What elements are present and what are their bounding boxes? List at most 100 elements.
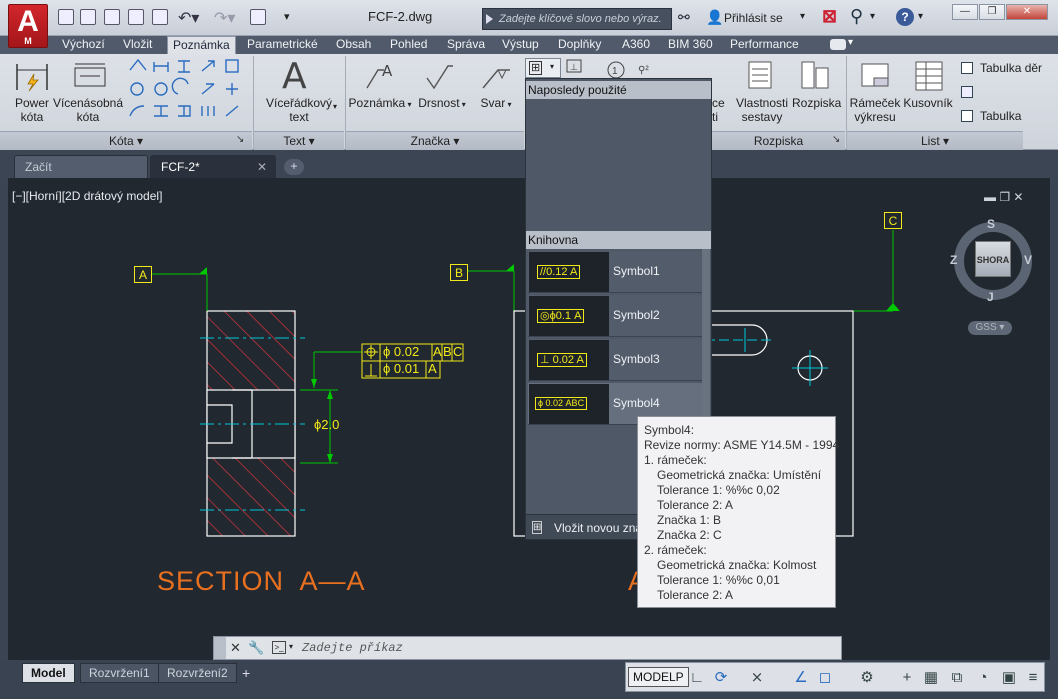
tab-pohled[interactable]: Pohled (385, 36, 432, 54)
add-layout-icon[interactable]: + (242, 665, 250, 681)
minimize-button[interactable]: — (952, 4, 978, 20)
ribbon-options-icon[interactable]: ▾ (848, 37, 853, 48)
help-icon[interactable]: ? (896, 8, 914, 26)
ribbon-minimize-icon[interactable] (830, 39, 846, 50)
open-file-icon[interactable] (80, 9, 96, 25)
multiple-dimension-button[interactable]: Vícenásobná kóta (52, 96, 124, 124)
library-item-symbol2[interactable]: ◎ϕ0.1 A Symbol2 (528, 295, 702, 337)
save-icon[interactable] (104, 9, 120, 25)
search-input[interactable]: Zadejte klíčové slovo nebo výraz. (482, 8, 672, 30)
tab-doplnky[interactable]: Doplňky (553, 36, 606, 54)
viewcube-south[interactable]: J (987, 290, 994, 304)
clean-screen-icon[interactable]: ▣ (1000, 669, 1018, 687)
wrench-icon[interactable]: 🔧 (248, 640, 264, 656)
polar-tracking-icon[interactable]: ⟳ (712, 669, 730, 687)
plus-icon[interactable]: + (898, 669, 916, 687)
tab-fcf2[interactable]: FCF-2* ✕ (150, 155, 276, 178)
autodesk-a360-icon[interactable]: ⚲ (850, 6, 863, 27)
mtext-dropdown-icon[interactable]: ▾ (333, 102, 337, 111)
layout-tab-model[interactable]: Model (22, 663, 75, 683)
hardware-acceleration-icon[interactable]: ◔ (974, 669, 992, 687)
sign-in-button[interactable]: Přihlásit se (724, 11, 783, 25)
library-item-symbol1[interactable]: //0.12 A Symbol1 (528, 251, 702, 293)
print-icon[interactable] (152, 9, 168, 25)
command-history-icon[interactable]: >_ (272, 641, 286, 654)
search-placeholder: Zadejte klíčové slovo nebo výraz. (499, 13, 662, 25)
table-style-icon[interactable] (961, 86, 973, 98)
table-button[interactable]: Tabulka (980, 109, 1021, 123)
tab-start[interactable]: Začít (14, 155, 148, 178)
tab-parametricke[interactable]: Parametrické (242, 36, 323, 54)
help-dropdown-icon[interactable]: ▾ (918, 11, 923, 22)
recent-commands-dropdown-icon[interactable]: ▾ (289, 642, 293, 651)
tab-start-label: Začít (25, 160, 52, 174)
assembly-properties-button[interactable]: Vlastnosti sestavy (734, 96, 790, 124)
tab-bim360[interactable]: BIM 360 (663, 36, 718, 54)
note-button[interactable]: Poznámka ▾ (346, 96, 414, 112)
object-snap-icon[interactable]: ◻ (816, 669, 834, 687)
panel-list-label[interactable]: List ▾ (847, 131, 1023, 150)
close-command-line-icon[interactable]: ✕ (230, 640, 241, 656)
layout-tab-2[interactable]: Rozvržení2 (158, 663, 237, 683)
panel-kota-label[interactable]: Kóta ▾ (0, 131, 252, 150)
binoculars-icon[interactable]: ⚯ (678, 9, 690, 26)
parts-list-button[interactable]: Kusovník (902, 96, 954, 110)
panel-rozpiska-launcher-icon[interactable]: ↘ (832, 134, 840, 145)
rozpiska-partial-label: ce ti (712, 96, 725, 124)
redo-icon[interactable]: ↷▾ (214, 8, 235, 28)
settings-gear-icon[interactable]: ⚙ (858, 669, 876, 687)
new-tab-icon[interactable]: + (284, 159, 304, 175)
undo-icon[interactable]: ↶▾ (178, 8, 199, 28)
panel-text-label[interactable]: Text ▾ (254, 131, 344, 150)
tab-sprava[interactable]: Správa (442, 36, 490, 54)
layout-tab-1[interactable]: Rozvržení1 (80, 663, 159, 683)
mtext-button[interactable]: Víceřádkový text (262, 96, 336, 124)
customize-quick-access-icon[interactable]: ▾ (284, 10, 290, 23)
a360-dropdown-icon[interactable]: ▾ (870, 11, 875, 22)
annotation-scale-icon[interactable]: ⧉ (948, 669, 966, 687)
tab-vlozit[interactable]: Vložit (118, 36, 157, 54)
tooltip-title: Symbol4: (644, 423, 695, 437)
application-menu-button[interactable]: A M (8, 4, 48, 48)
tab-a360[interactable]: A360 (617, 36, 655, 54)
title-block-button[interactable]: Rámeček výkresu (848, 96, 902, 124)
ortho-icon[interactable]: ∟ (688, 669, 706, 687)
tab-poznamka[interactable]: Poznámka (167, 36, 236, 54)
hole-table-button[interactable]: Tabulka děr (980, 61, 1042, 75)
viewcube-west[interactable]: Z (950, 253, 957, 267)
customization-menu-icon[interactable]: ≡ (1024, 669, 1042, 687)
sign-in-dropdown-icon[interactable]: ▾ (800, 11, 805, 22)
panel-rozpiska-label[interactable]: Rozpiska (712, 131, 845, 150)
workspace-icon[interactable] (250, 9, 266, 25)
viewcube-east[interactable]: V (1024, 253, 1032, 267)
tab-obsah[interactable]: Obsah (331, 36, 376, 54)
isolate-objects-icon[interactable]: ▦ (922, 669, 940, 687)
tab-performance[interactable]: Performance (725, 36, 804, 54)
object-snap-tracking-icon[interactable]: ∠ (792, 669, 810, 687)
save-as-icon[interactable] (128, 9, 144, 25)
model-space-toggle[interactable]: MODELP (628, 667, 689, 687)
fcf-library-dropdown-button[interactable]: ⊞ ▾ (525, 58, 561, 78)
tab-vychozi[interactable]: Výchozí (57, 36, 110, 54)
command-line[interactable]: ✕ 🔧 >_ ▾ Zadejte příkaz (213, 636, 842, 660)
roughness-button[interactable]: Drsnost ▾ (414, 96, 470, 112)
restore-button[interactable]: ❐ (979, 4, 1005, 20)
command-input[interactable]: Zadejte příkaz (302, 641, 403, 655)
tab-vystup[interactable]: Výstup (497, 36, 544, 54)
exchange-apps-icon[interactable]: ⊠ (822, 6, 837, 27)
close-button[interactable]: ✕ (1006, 4, 1048, 20)
power-dimension-button[interactable]: Power kóta (12, 96, 52, 124)
isodraft-icon[interactable]: ⨯ (748, 669, 766, 687)
library-item-symbol3[interactable]: ⊥ 0.02 A Symbol3 (528, 339, 702, 381)
viewcube-top-face[interactable]: SHORA (975, 241, 1011, 277)
new-file-icon[interactable] (58, 9, 74, 25)
panel-kota-launcher-icon[interactable]: ↘ (236, 134, 244, 145)
rozpiska-button[interactable]: Rozpiska (792, 96, 841, 110)
panel-znacka-label[interactable]: Značka ▾ (346, 131, 524, 150)
symbol3-label: Symbol3 (613, 352, 660, 366)
command-line-grip[interactable] (214, 637, 226, 659)
close-tab-icon[interactable]: ✕ (257, 156, 267, 178)
viewcube-north[interactable]: S (987, 217, 995, 231)
ucs-menu-button[interactable]: GSS ▾ (968, 321, 1012, 335)
weld-button[interactable]: Svar ▾ (476, 96, 516, 112)
